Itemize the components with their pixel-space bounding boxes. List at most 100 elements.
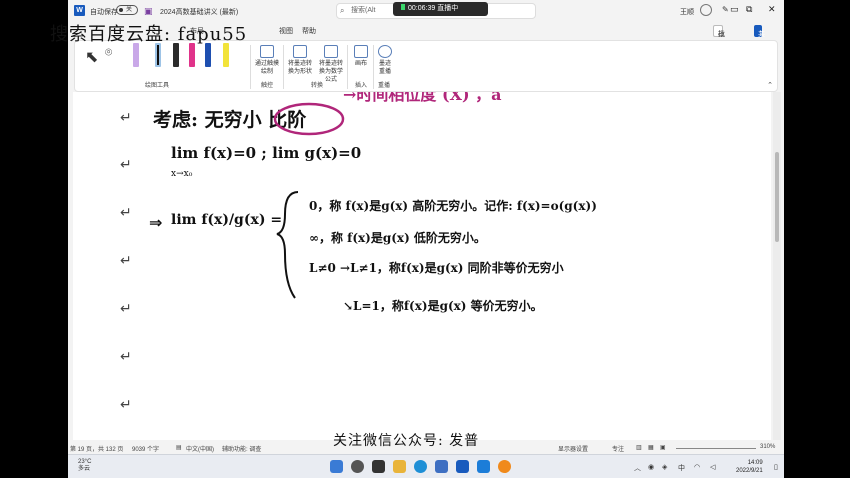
tab-view[interactable]: 视图 — [279, 26, 293, 36]
user-name[interactable]: 王顺 — [680, 7, 694, 17]
zoom-level[interactable]: 310% — [760, 444, 775, 450]
canvas-label: 画布 — [354, 61, 367, 67]
replay-group-label: 重播 — [378, 83, 391, 89]
task-view-icon[interactable] — [372, 460, 385, 473]
start-icon[interactable] — [330, 460, 343, 473]
select-cursor-icon[interactable]: ⬉ — [85, 47, 98, 67]
share-button[interactable]: ⇪ 共享 — [754, 25, 765, 50]
ink-to-math-button[interactable]: 将墨迹转换为数学公式 — [317, 45, 345, 84]
word-count[interactable]: 9039 个字 — [132, 444, 159, 453]
tab-help[interactable]: 帮助 — [302, 26, 316, 36]
print-layout-icon[interactable]: ▦ — [648, 444, 654, 451]
language[interactable]: 中文(中国) — [186, 444, 214, 453]
canvas-icon — [354, 45, 368, 58]
search-icon: ⌕ — [340, 6, 345, 15]
insert-group-label: 插入 — [355, 83, 368, 89]
restore-icon[interactable]: ⧉ — [746, 4, 752, 15]
scrollbar-thumb[interactable] — [775, 152, 779, 242]
file-explorer-icon[interactable] — [393, 460, 406, 473]
convert-group-label: 转换 — [311, 83, 324, 89]
accessibility-status[interactable]: 辅助功能: 调查 — [222, 444, 261, 453]
video-app-icon[interactable] — [477, 460, 490, 473]
signal-icon — [401, 4, 405, 10]
canvas-button[interactable]: 画布 — [353, 45, 369, 68]
search-placeholder: 搜索(Alt — [351, 7, 376, 14]
document-title[interactable]: 2024高数基础讲义 (最新) — [160, 7, 238, 17]
date: 2022/9/21 — [736, 468, 763, 474]
ink-case-1: 0，称 f(x)是g(x) 高阶无穷小。记作: f(x)=o(g(x)) — [309, 198, 597, 213]
edge-icon[interactable] — [414, 460, 427, 473]
tray-chevron-icon[interactable]: ︿ — [634, 463, 641, 473]
proofing-icon[interactable]: ▤ — [176, 444, 182, 451]
focus-mode[interactable]: 专注 — [612, 444, 624, 453]
network-icon[interactable]: ◉ — [648, 463, 654, 471]
ink-line-2-subscript: x→x₀ — [171, 169, 193, 179]
comment-button[interactable]: ▭ 批注 — [713, 25, 725, 48]
ink-case-3: L≠0 →L≠1，称f(x)是g(x) 同阶非等价无穷小 — [309, 260, 564, 275]
weather-widget[interactable]: 23°C 多云 — [78, 459, 91, 473]
volume-icon[interactable]: ◈ — [662, 463, 667, 471]
display-settings[interactable]: 显示器设置 — [558, 444, 588, 453]
draw-tools-group-label: 绘图工具 — [145, 83, 170, 89]
touch-draw-button[interactable]: 通过触摸绘制 — [255, 45, 279, 76]
ink-implies-arrow: ⇒ — [149, 213, 162, 232]
pen-icon[interactable]: ✎ — [722, 5, 729, 14]
search-taskbar-icon[interactable] — [351, 460, 364, 473]
vertical-scrollbar[interactable] — [773, 92, 781, 440]
word-app-icon: W — [74, 5, 85, 16]
speaker-icon[interactable]: ◁ — [710, 463, 715, 471]
autosave-toggle[interactable]: 关 — [116, 5, 138, 15]
ink-case-2: ∞，称 f(x)是g(x) 低阶无穷小。 — [309, 230, 486, 245]
ink-replay-label: 墨迹重播 — [378, 61, 391, 75]
document-page[interactable]: ↵ ↵ ↵ ↵ ↵ ↵ ↵ →时间相位度 (X) ，a 考虑: 无穷小 比阶 l… — [73, 92, 771, 440]
lasso-icon[interactable]: ⌾ — [105, 45, 112, 60]
ink-layer: →时间相位度 (X) ，a 考虑: 无穷小 比阶 lim f(x)=0 ; li… — [149, 92, 597, 313]
read-mode-icon[interactable]: ▥ — [636, 444, 642, 451]
taskbar: 23°C 多云 ︿ ◉ ◈ 中 ◠ ◁ 14:09 2022/9/21 ▯ — [68, 454, 784, 478]
live-timer: 00:06:39 — [408, 5, 436, 12]
notification-icon[interactable]: ▯ — [774, 463, 778, 471]
ink-to-math-icon — [324, 45, 338, 58]
ribbon-divider — [283, 45, 284, 89]
draw-ribbon: ⬉ ⌾ 绘图工具 通过触摸绘制 触控 将墨迹转换为形状 将墨迹转换为数学公式 转… — [74, 40, 778, 92]
ink-line-1: 考虑: 无穷小 比阶 — [153, 108, 307, 131]
autosave-label: 自动保存 — [90, 9, 118, 16]
weather-condition: 多云 — [78, 466, 91, 472]
yellow-highlighter-icon[interactable] — [223, 43, 229, 67]
ink-replay-icon — [378, 45, 392, 58]
page-count[interactable]: 第 19 页，共 132 页 — [70, 444, 123, 453]
store-icon[interactable] — [435, 460, 448, 473]
highlighter-pen-icon[interactable] — [133, 43, 139, 67]
word-taskbar-icon[interactable] — [456, 460, 469, 473]
ribbon-divider — [347, 45, 348, 89]
pink-pen-icon[interactable] — [189, 43, 195, 67]
time: 14:09 — [747, 460, 763, 466]
temperature: 23°C — [78, 459, 92, 465]
footer-caption: 关注微信公众号: 发普 — [333, 433, 480, 449]
ribbon-divider — [373, 45, 374, 89]
touch-group-label: 触控 — [261, 83, 274, 89]
ink-line-2: lim f(x)=0 ; lim g(x)=0 — [171, 144, 361, 162]
zoom-slider[interactable] — [676, 443, 756, 449]
ime-indicator[interactable]: 中 — [678, 463, 685, 473]
ribbon-divider — [250, 45, 251, 89]
ink-replay-button[interactable]: 墨迹重播 — [377, 45, 393, 76]
blue-pen-icon[interactable] — [205, 43, 211, 67]
watermark-overlay: 搜索百度云盘: fapu55 — [50, 24, 248, 45]
live-label: 直播中 — [437, 5, 459, 12]
ink-to-shape-button[interactable]: 将墨迹转换为形状 — [287, 45, 313, 76]
app-taskbar-icon[interactable] — [498, 460, 511, 473]
dark-pen-icon[interactable] — [173, 43, 179, 67]
ribbon-display-icon[interactable]: ▭ — [730, 4, 739, 15]
web-layout-icon[interactable]: ▣ — [660, 444, 666, 451]
black-pen-icon[interactable] — [155, 43, 161, 67]
close-icon[interactable]: ✕ — [768, 4, 776, 15]
clock[interactable]: 14:09 2022/9/21 — [736, 459, 763, 475]
ink-to-shape-label: 将墨迹转换为形状 — [287, 61, 312, 75]
collapse-ribbon-icon[interactable]: ⌃ — [767, 81, 773, 89]
avatar[interactable] — [700, 4, 712, 16]
wifi-icon[interactable]: ◠ — [694, 463, 700, 471]
ink-brace — [276, 191, 299, 299]
save-icon[interactable]: ▣ — [144, 6, 153, 17]
touch-draw-icon — [260, 45, 274, 58]
